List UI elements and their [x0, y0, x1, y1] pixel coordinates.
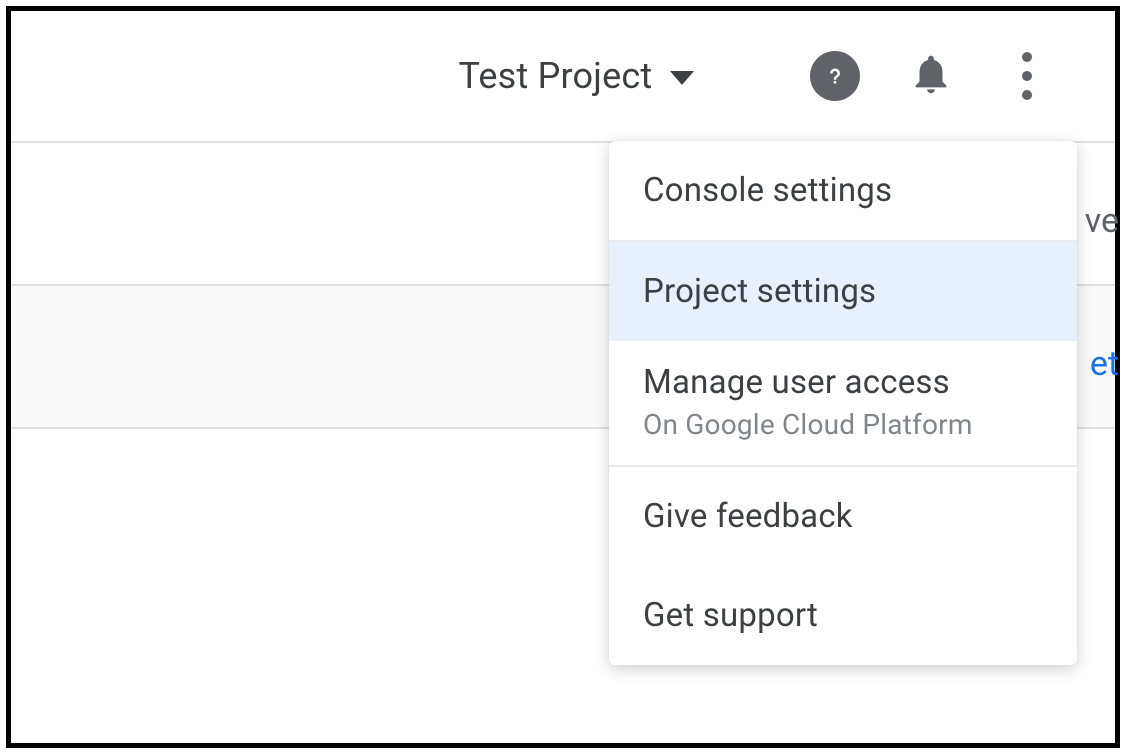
help-button[interactable] — [805, 46, 865, 106]
menu-item-give-feedback[interactable]: Give feedback — [609, 467, 1077, 566]
overflow-menu-button[interactable] — [997, 46, 1057, 106]
project-name-label: Test Project — [458, 55, 652, 97]
notifications-button[interactable] — [901, 46, 961, 106]
truncated-link-text: et — [1090, 344, 1119, 384]
overflow-menu: Console settings Project settings Manage… — [609, 141, 1077, 665]
menu-item-project-settings[interactable]: Project settings — [609, 242, 1077, 341]
help-icon — [810, 51, 860, 101]
menu-item-manage-user-access[interactable]: Manage user access On Google Cloud Platf… — [609, 341, 1077, 465]
truncated-text: ve — [1085, 201, 1119, 241]
dropdown-triangle-icon — [670, 71, 694, 85]
menu-item-label: Console settings — [643, 171, 892, 210]
menu-item-label: Manage user access — [643, 363, 950, 402]
menu-item-label: Project settings — [643, 272, 876, 311]
app-frame: Test Project ve et Console — [6, 6, 1120, 748]
menu-item-console-settings[interactable]: Console settings — [609, 141, 1077, 240]
menu-item-get-support[interactable]: Get support — [609, 566, 1077, 665]
menu-item-label: Get support — [643, 596, 818, 635]
header-bar: Test Project — [11, 11, 1115, 141]
bell-icon — [908, 51, 954, 101]
menu-item-label: Give feedback — [643, 497, 853, 536]
kebab-icon — [1022, 52, 1032, 100]
menu-item-subtitle: On Google Cloud Platform — [643, 408, 1043, 441]
project-selector[interactable]: Test Project — [428, 55, 724, 97]
